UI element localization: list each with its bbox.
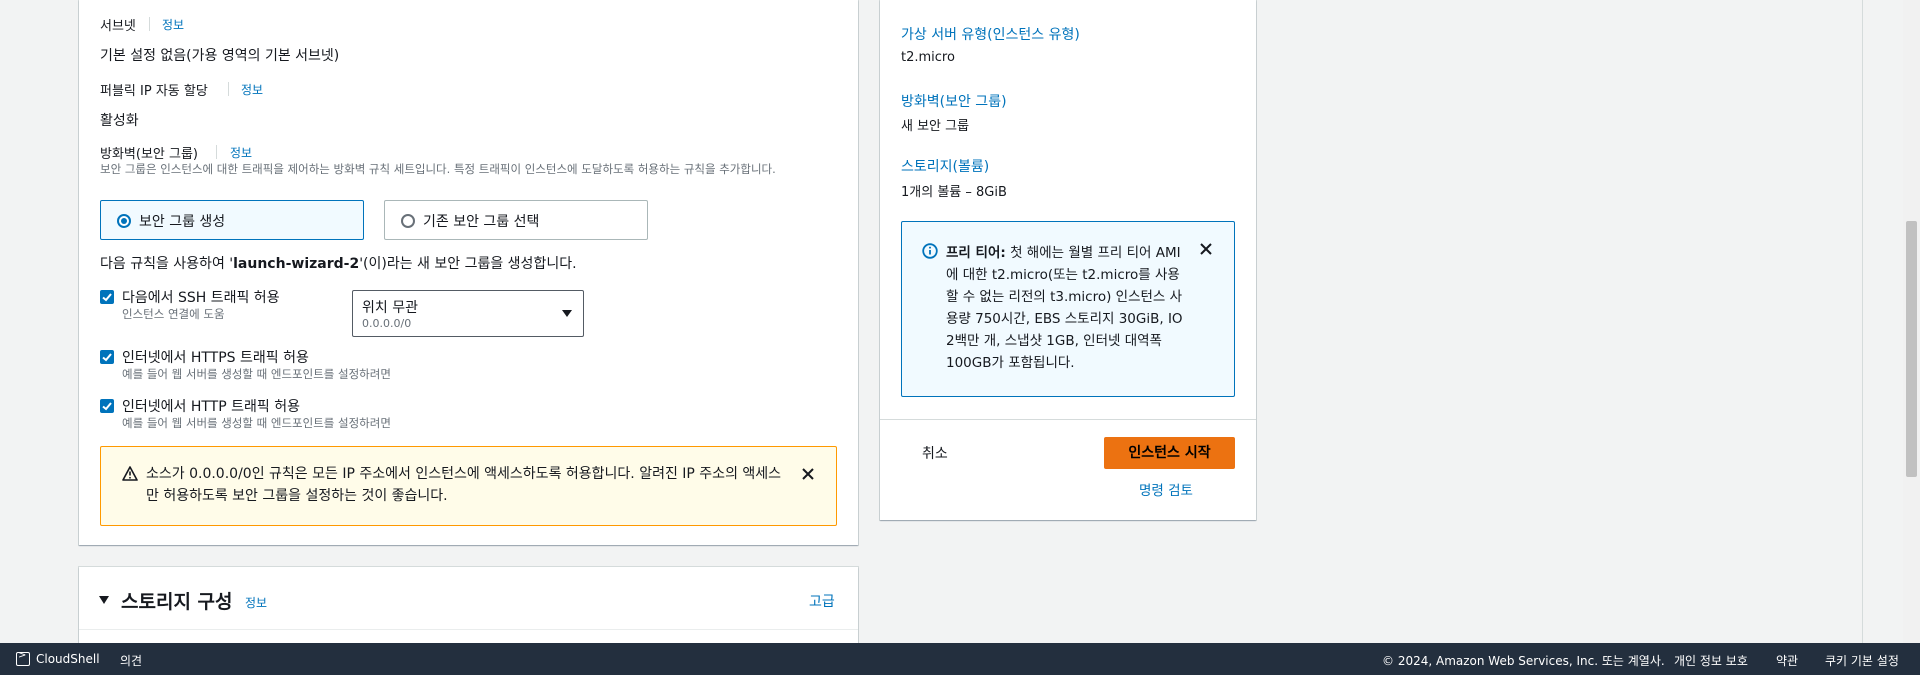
- check-icon: [102, 402, 112, 411]
- divider: [228, 82, 229, 96]
- free-tier-alert: 프리 티어: 첫 해에는 월별 프리 티어 AMI에 대한 t2.micro(또…: [901, 221, 1235, 397]
- caret-down-icon: [562, 310, 572, 317]
- security-group-rule-summary: 다음 규칙을 사용하여 'launch-wizard-2'(이)라는 새 보안 …: [100, 253, 577, 273]
- privacy-link[interactable]: 개인 정보 보호: [1674, 652, 1748, 669]
- close-icon[interactable]: [801, 467, 815, 481]
- vertical-scrollbar[interactable]: [1903, 0, 1920, 643]
- ssh-label: 다음에서 SSH 트래픽 허용: [122, 290, 280, 306]
- ssh-description: 인스턴스 연결에 도움: [122, 307, 225, 321]
- https-label: 인터넷에서 HTTPS 트래픽 허용: [122, 350, 309, 366]
- cancel-button[interactable]: 취소: [922, 443, 948, 463]
- public-ip-info-link[interactable]: 정보: [241, 81, 263, 98]
- ssh-checkbox[interactable]: [100, 290, 114, 304]
- create-security-group-radio[interactable]: 보안 그룹 생성: [100, 200, 364, 240]
- launch-instance-button[interactable]: 인스턴스 시작: [1104, 437, 1235, 469]
- firewall-summary-value: 새 보안 그룹: [901, 119, 970, 134]
- storage-info-link[interactable]: 정보: [245, 594, 267, 611]
- storage-title: 스토리지 구성: [121, 591, 233, 613]
- copyright-text: © 2024, Amazon Web Services, Inc. 또는 계열사…: [1382, 654, 1665, 668]
- cloudshell-link[interactable]: CloudShell: [36, 652, 100, 666]
- divider: [149, 17, 150, 31]
- select-value: 위치 무관: [362, 300, 418, 316]
- storage-summary-link[interactable]: 스토리지(볼륨): [901, 156, 989, 176]
- radio-label: 보안 그룹 생성: [139, 214, 226, 230]
- close-icon[interactable]: [1199, 242, 1213, 256]
- warning-text: 소스가 0.0.0.0/0인 규칙은 모든 IP 주소에서 인스턴스에 액세스하…: [146, 466, 782, 504]
- ssh-source-select[interactable]: 위치 무관 0.0.0.0/0: [352, 290, 584, 337]
- public-ip-label: 퍼블릭 IP 자동 할당: [100, 84, 208, 99]
- check-icon: [102, 293, 112, 302]
- firewall-label: 방화벽(보안 그룹): [100, 147, 198, 162]
- review-commands-link[interactable]: 명령 검토: [1139, 479, 1193, 499]
- security-group-name: launch-wizard-2: [233, 256, 360, 272]
- free-tier-title: 프리 티어:: [946, 245, 1006, 261]
- page: 서브넷 정보 기본 설정 없음(가용 영역의 기본 서브넷) 퍼블릭 IP 자동…: [0, 0, 1920, 675]
- divider: [79, 629, 858, 630]
- warning-icon: [122, 466, 138, 481]
- advanced-link[interactable]: 고급: [809, 591, 835, 611]
- scrollbar-thumb[interactable]: [1906, 221, 1917, 477]
- rule-prefix: 다음 규칙을 사용하여 ': [100, 256, 234, 272]
- collapse-caret-icon[interactable]: [99, 596, 109, 604]
- firewall-description: 보안 그룹은 인스턴스에 대한 트래픽을 제어하는 방화벽 규칙 세트입니다. …: [100, 162, 776, 176]
- console-footer: CloudShell 의견 © 2024, Amazon Web Service…: [0, 643, 1920, 675]
- feedback-link[interactable]: 의견: [120, 652, 142, 669]
- free-tier-body: 첫 해에는 월별 프리 티어 AMI에 대한 t2.micro(또는 t2.mi…: [946, 245, 1183, 371]
- instance-type-link[interactable]: 가상 서버 유형(인스턴스 유형): [901, 24, 1080, 44]
- public-ip-value: 활성화: [100, 113, 139, 129]
- cloudshell-icon[interactable]: [16, 650, 30, 666]
- subnet-label: 서브넷: [100, 19, 136, 34]
- radio-selected-icon: [117, 214, 131, 228]
- https-checkbox[interactable]: [100, 350, 114, 364]
- radio-unselected-icon: [401, 214, 415, 228]
- free-tier-text: 프리 티어: 첫 해에는 월별 프리 티어 AMI에 대한 t2.micro(또…: [946, 242, 1186, 374]
- firewall-info-link[interactable]: 정보: [230, 144, 252, 161]
- info-icon: [922, 243, 938, 259]
- subnet-info-link[interactable]: 정보: [162, 16, 184, 33]
- https-description: 예를 들어 웹 서버를 생성할 때 엔드포인트를 설정하려면: [122, 367, 391, 381]
- summary-panel: 가상 서버 유형(인스턴스 유형) t2.micro 방화벽(보안 그룹) 새 …: [880, 0, 1256, 520]
- rule-suffix: '(이)라는 새 보안 그룹을 생성합니다.: [359, 256, 577, 272]
- divider: [880, 419, 1256, 420]
- select-subvalue: 0.0.0.0/0: [362, 317, 412, 330]
- terms-link[interactable]: 약관: [1776, 652, 1798, 669]
- open-ip-warning-alert: 소스가 0.0.0.0/0인 규칙은 모든 IP 주소에서 인스턴스에 액세스하…: [100, 446, 837, 526]
- http-checkbox[interactable]: [100, 399, 114, 413]
- cookie-preferences-link[interactable]: 쿠키 기본 설정: [1825, 652, 1899, 669]
- divider: [216, 145, 217, 159]
- http-label: 인터넷에서 HTTP 트래픽 허용: [122, 399, 300, 415]
- check-icon: [102, 353, 112, 362]
- subnet-value: 기본 설정 없음(가용 영역의 기본 서브넷): [100, 48, 340, 64]
- storage-summary-value: 1개의 볼륨 – 8GiB: [901, 185, 1007, 200]
- instance-type-value: t2.micro: [901, 50, 955, 65]
- http-description: 예를 들어 웹 서버를 생성할 때 엔드포인트를 설정하려면: [122, 416, 391, 430]
- divider: [1862, 0, 1863, 643]
- firewall-summary-link[interactable]: 방화벽(보안 그룹): [901, 91, 1007, 111]
- radio-label: 기존 보안 그룹 선택: [423, 214, 540, 230]
- select-existing-security-group-radio[interactable]: 기존 보안 그룹 선택: [384, 200, 648, 240]
